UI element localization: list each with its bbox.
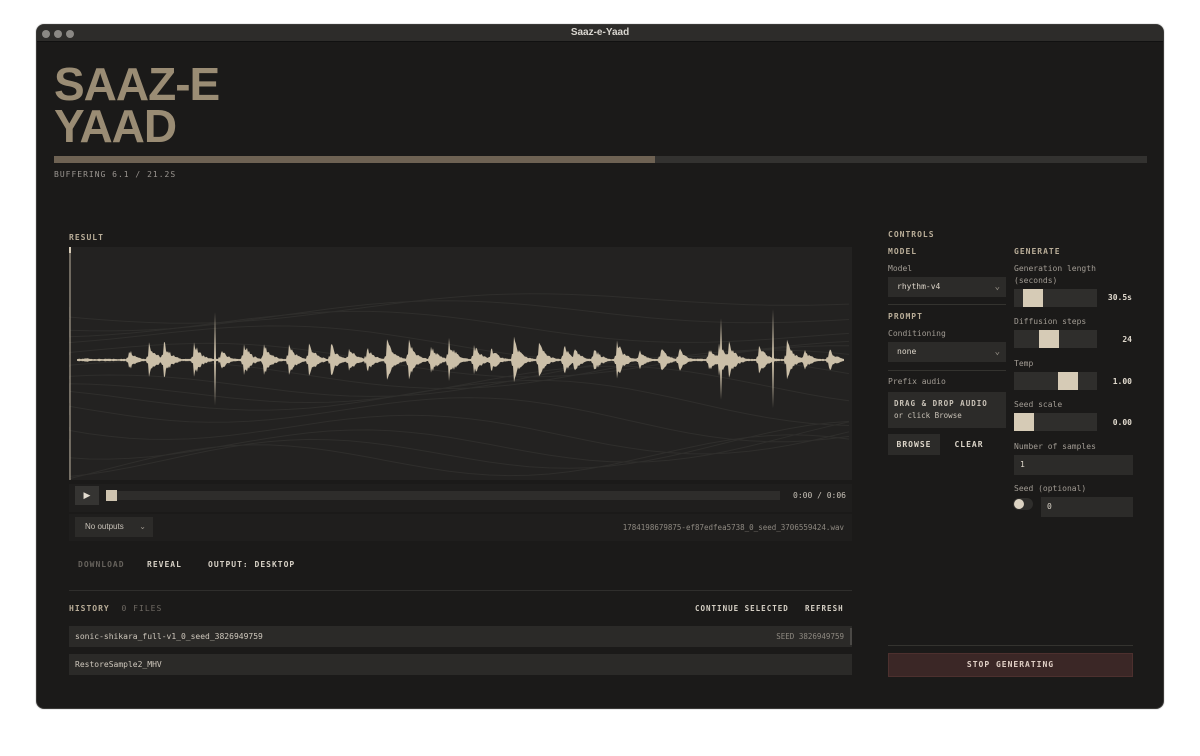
history-item[interactable]: RestoreSample2_MHV: [69, 654, 852, 675]
contour-line: [69, 421, 850, 463]
divider: [888, 304, 1006, 305]
refresh-button[interactable]: REFRESH: [805, 604, 844, 613]
play-icon: ▶: [83, 490, 91, 500]
outputs-select[interactable]: No outputs ⌄: [75, 517, 153, 537]
stop-generating-button[interactable]: STOP GENERATING: [888, 653, 1133, 677]
diffusion-steps-label: Diffusion steps: [1014, 317, 1087, 326]
output-filename: 1784198679875-ef87edfea5738_0_seed_37065…: [622, 523, 844, 532]
drop-zone-title: DRAG & DROP AUDIO: [894, 399, 988, 408]
controls-title: CONTROLS: [888, 230, 935, 239]
play-button[interactable]: ▶: [75, 486, 99, 505]
history-header: HISTORY 0 FILES: [69, 604, 162, 613]
slider-thumb[interactable]: [1023, 289, 1044, 307]
prompt-section-label: PROMPT: [888, 312, 923, 321]
chevron-down-icon: ⌄: [994, 282, 1000, 292]
continue-selected-button[interactable]: CONTINUE SELECTED: [695, 604, 789, 613]
scrollbar[interactable]: [850, 628, 852, 645]
diffusion-steps-value: 24: [1122, 335, 1132, 344]
seed-scale-value: 0.00: [1112, 418, 1132, 427]
temp-label: Temp: [1014, 359, 1034, 368]
background-contour-lines: [69, 293, 850, 480]
history-count: 0 FILES: [121, 604, 163, 613]
playhead-marker: [69, 247, 71, 253]
temp-value: 1.00: [1112, 377, 1132, 386]
app-window: Saaz-e-Yaad SAAZ-E YAAD BUFFERING 6.1 / …: [36, 24, 1164, 709]
contour-line: [69, 397, 850, 443]
divider: [888, 645, 1133, 646]
prefix-audio-label: Prefix audio: [888, 377, 946, 386]
title-bar: Saaz-e-Yaad: [37, 25, 1163, 42]
browse-button[interactable]: BROWSE: [888, 434, 940, 455]
contour-line: [69, 300, 850, 332]
history-item[interactable]: sonic-shikara_full-v1_0_seed_3826949759 …: [69, 626, 852, 647]
drop-zone-hint: or click Browse: [894, 411, 962, 420]
contour-line: [69, 365, 850, 404]
outputs-select-value: No outputs: [85, 522, 124, 531]
buffer-progress-fill: [54, 156, 656, 163]
seed-scale-slider[interactable]: [1014, 413, 1097, 431]
model-section-label: MODEL: [888, 247, 918, 256]
generation-length-slider[interactable]: [1014, 289, 1097, 307]
seek-bar[interactable]: [117, 491, 780, 500]
seed-toggle[interactable]: [1013, 498, 1033, 510]
divider: [69, 590, 852, 591]
seed-scale-label: Seed scale: [1014, 400, 1063, 409]
result-label: RESULT: [69, 233, 104, 242]
logo-line-2: YAAD: [54, 100, 177, 152]
contour-line: [69, 310, 850, 343]
playback-time: 0:00 / 0:06: [793, 491, 846, 500]
seed-label: Seed (optional): [1014, 484, 1087, 493]
buffering-status: BUFFERING 6.1 / 21.2S: [54, 170, 177, 179]
slider-thumb[interactable]: [1014, 413, 1034, 431]
seed-input[interactable]: 0: [1041, 497, 1133, 517]
diffusion-steps-slider[interactable]: [1014, 330, 1097, 348]
generation-length-label: Generation length (seconds): [1014, 264, 1096, 285]
clear-button[interactable]: CLEAR: [945, 434, 993, 455]
generate-section-label: GENERATE: [1014, 247, 1061, 256]
contour-line: [69, 420, 850, 478]
conditioning-select-value: none: [897, 347, 917, 356]
model-select[interactable]: rhythm-v4 ⌄: [888, 277, 1006, 297]
generation-length-value: 30.5s: [1107, 293, 1132, 302]
history-item-name: RestoreSample2_MHV: [75, 660, 162, 669]
slider-thumb[interactable]: [1058, 372, 1079, 390]
temp-slider[interactable]: [1014, 372, 1097, 390]
window-title: Saaz-e-Yaad: [570, 27, 630, 38]
outputs-row: No outputs ⌄ 1784198679875-ef87edfea5738…: [69, 514, 852, 541]
waveform-panel[interactable]: [69, 247, 852, 480]
reveal-button[interactable]: REVEAL: [147, 560, 182, 569]
toggle-knob: [1014, 499, 1024, 509]
history-label: HISTORY: [69, 604, 110, 613]
number-of-samples-input[interactable]: 1: [1014, 455, 1133, 475]
audio-drop-zone[interactable]: DRAG & DROP AUDIO or click Browse: [888, 392, 1006, 428]
conditioning-label: Conditioning: [888, 329, 946, 338]
contour-line: [69, 379, 850, 426]
contour-line: [69, 293, 850, 324]
model-label: Model: [888, 264, 913, 273]
seek-thumb[interactable]: [106, 490, 117, 501]
logo-line-1: SAAZ-E: [54, 58, 220, 110]
number-of-samples-label: Number of samples: [1014, 442, 1096, 451]
waveform-display[interactable]: [69, 247, 852, 480]
divider: [888, 370, 1006, 371]
chevron-down-icon: ⌄: [994, 347, 1000, 357]
model-select-value: rhythm-v4: [897, 282, 941, 291]
download-button[interactable]: DOWNLOAD: [78, 560, 125, 569]
app-logo: SAAZ-E YAAD: [54, 58, 254, 152]
audio-player: ▶ 0:00 / 0:06: [69, 484, 852, 512]
buffer-progress-bar: [54, 156, 1147, 163]
output-location-button[interactable]: OUTPUT: DESKTOP: [208, 560, 295, 569]
conditioning-select[interactable]: none ⌄: [888, 342, 1006, 362]
slider-thumb[interactable]: [1039, 330, 1060, 348]
history-item-name: sonic-shikara_full-v1_0_seed_3826949759: [75, 632, 263, 641]
history-item-seed: SEED 3826949759: [776, 632, 844, 641]
chevron-down-icon: ⌄: [139, 522, 146, 531]
